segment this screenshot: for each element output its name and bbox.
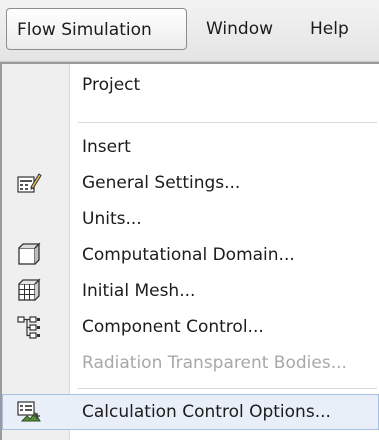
menu-item-general-settings[interactable]: General Settings... [2, 165, 379, 201]
menu-bar: Flow Simulation Window Help [0, 0, 379, 62]
computational-domain-icon [16, 242, 42, 268]
menu-item-computational-domain[interactable]: Computational Domain... [2, 237, 379, 273]
initial-mesh-icon [16, 278, 42, 304]
menu-item-label: Radiation Transparent Bodies... [82, 353, 347, 373]
general-settings-icon [16, 170, 42, 196]
menu-border-top [0, 62, 379, 64]
menu-item-calculation-control-options[interactable]: Calculation Control Options... [2, 394, 379, 430]
menu-item-label: Calculation Control Options... [82, 402, 331, 422]
menu-item-label: Computational Domain... [82, 245, 295, 265]
component-control-icon [16, 314, 42, 340]
menu-item-units[interactable]: Units... [2, 201, 379, 237]
menu-item-label: Component Control... [82, 317, 264, 337]
menu-item-label: General Settings... [82, 173, 241, 193]
menu-help[interactable]: Help [298, 8, 361, 50]
menu-window[interactable]: Window [194, 8, 285, 50]
menu-item-label: Units... [82, 209, 142, 229]
flow-simulation-dropdown: Project Insert General Settings... Units… [0, 62, 379, 440]
menu-item-component-control[interactable]: Component Control... [2, 309, 379, 345]
menu-item-radiation-transparent-bodies: Radiation Transparent Bodies... [2, 345, 379, 381]
menu-item-initial-mesh[interactable]: Initial Mesh... [2, 273, 379, 309]
menu-flow-simulation[interactable]: Flow Simulation [6, 8, 187, 50]
menu-item-label: Project [82, 75, 141, 95]
menu-item-label: Initial Mesh... [82, 281, 196, 301]
calculation-control-icon [16, 399, 42, 425]
menu-item-project[interactable]: Project [2, 67, 379, 103]
menu-item-label: Insert [82, 137, 131, 157]
menu-item-insert[interactable]: Insert [2, 129, 379, 165]
menu-separator [78, 122, 377, 123]
menu-separator [78, 388, 377, 389]
